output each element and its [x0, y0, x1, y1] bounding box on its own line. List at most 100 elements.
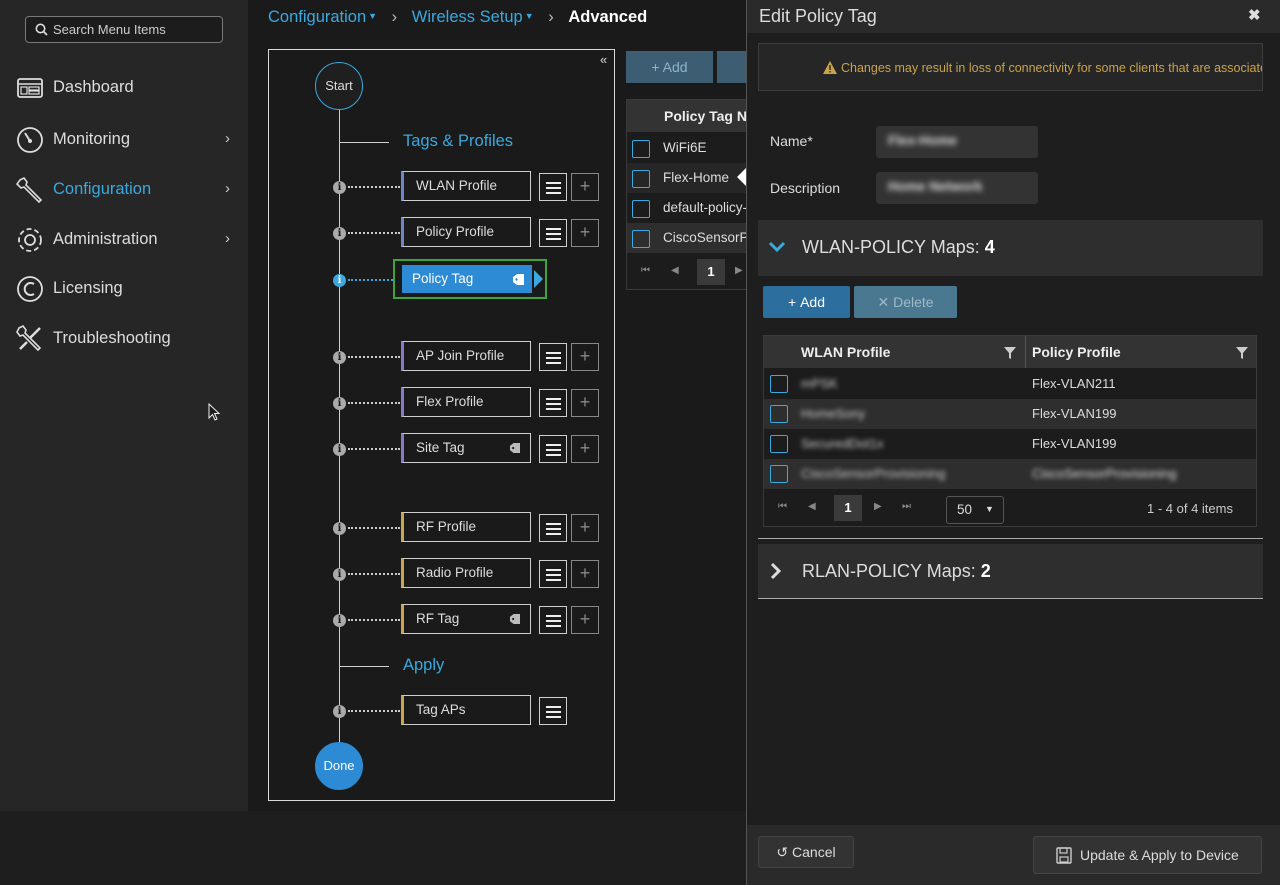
table-row[interactable]: CiscoSensorProvisioning	[627, 223, 755, 253]
nav-monitoring[interactable]: Monitoring ›	[0, 120, 248, 160]
flow-site-tag-label: Site Tag	[416, 440, 465, 455]
row-policy: Flex-VLAN211	[1032, 376, 1116, 391]
nav-dashboard[interactable]: Dashboard	[0, 68, 248, 108]
table-row[interactable]: default-policy-tag	[627, 193, 755, 223]
description-field[interactable]: Home Network	[876, 172, 1038, 204]
col-wlan-profile[interactable]: WLAN Profile	[801, 344, 890, 360]
wireless-setup-flow: « Start Tags & Profiles i WLAN Profile +…	[268, 49, 615, 801]
table-row[interactable]: HomeSony Flex-VLAN199	[764, 399, 1256, 429]
first-page-icon[interactable]: ⏮	[778, 501, 787, 512]
table-row[interactable]: mPSK Flex-VLAN211	[764, 369, 1256, 399]
dotted-connector	[348, 619, 400, 621]
add-icon[interactable]: +	[571, 560, 599, 588]
warning-banner: Changes may result in loss of connectivi…	[758, 43, 1263, 91]
row-checkbox[interactable]	[632, 140, 650, 158]
cancel-button[interactable]: ↺ Cancel	[758, 836, 854, 868]
flow-rf-profile[interactable]: RF Profile	[401, 512, 531, 542]
list-icon[interactable]	[539, 173, 567, 201]
info-icon[interactable]: i	[333, 351, 346, 364]
info-icon[interactable]: i	[333, 274, 346, 287]
flow-ap-join-profile[interactable]: AP Join Profile	[401, 341, 531, 371]
table-row[interactable]: CiscoSensorProvisioning CiscoSensorProvis…	[764, 459, 1256, 489]
next-page-icon[interactable]: ▶	[735, 265, 743, 276]
items-per-page-select[interactable]: 50 ▼	[946, 496, 1004, 524]
page-number[interactable]: 1	[834, 495, 862, 521]
wlan-policy-maps-header[interactable]: WLAN-POLICY Maps: 4	[758, 220, 1263, 276]
breadcrumb-wireless-setup[interactable]: Wireless Setup	[412, 8, 523, 27]
delete-wlan-map-button[interactable]: ✕ Delete	[854, 286, 957, 318]
filter-icon[interactable]	[1004, 347, 1016, 359]
row-checkbox[interactable]	[770, 435, 788, 453]
info-icon[interactable]: i	[333, 227, 346, 240]
col-policy-profile[interactable]: Policy Profile	[1032, 344, 1121, 360]
flow-radio-profile[interactable]: Radio Profile	[401, 558, 531, 588]
info-icon[interactable]: i	[333, 522, 346, 535]
name-field[interactable]: Flex-Home	[876, 126, 1038, 158]
row-checkbox[interactable]	[632, 230, 650, 248]
list-icon[interactable]	[539, 514, 567, 542]
add-icon[interactable]: +	[571, 343, 599, 371]
policy-tag-add-button[interactable]: + Add	[626, 51, 713, 83]
search-input[interactable]: Search Menu Items	[25, 16, 223, 43]
update-apply-button[interactable]: Update & Apply to Device	[1033, 836, 1262, 874]
breadcrumb-configuration[interactable]: Configuration	[268, 8, 366, 27]
info-icon[interactable]: i	[333, 568, 346, 581]
nav-administration[interactable]: Administration ›	[0, 220, 248, 260]
page-number[interactable]: 1	[697, 259, 725, 285]
prev-page-icon[interactable]: ◀	[671, 265, 679, 276]
list-icon[interactable]	[539, 343, 567, 371]
nav-troubleshooting[interactable]: Troubleshooting	[0, 319, 248, 359]
prev-page-icon[interactable]: ◀	[808, 501, 816, 512]
flow-wlan-profile[interactable]: WLAN Profile	[401, 171, 531, 201]
list-icon[interactable]	[539, 219, 567, 247]
list-icon[interactable]	[539, 435, 567, 463]
rlan-policy-maps-header[interactable]: RLAN-POLICY Maps: 2	[758, 544, 1263, 598]
row-checkbox[interactable]	[770, 465, 788, 483]
info-icon[interactable]: i	[333, 397, 346, 410]
flow-policy-tag[interactable]: Policy Tag	[393, 259, 547, 299]
row-checkbox[interactable]	[632, 200, 650, 218]
close-icon[interactable]: ✖	[1248, 6, 1261, 24]
breadcrumb: Configuration ▼ › Wireless Setup ▼ › Advan…	[268, 8, 647, 30]
flow-flex-profile[interactable]: Flex Profile	[401, 387, 531, 417]
add-icon[interactable]: +	[571, 173, 599, 201]
row-checkbox[interactable]	[770, 405, 788, 423]
info-icon[interactable]: i	[333, 614, 346, 627]
caret-down-icon: ▼	[985, 504, 994, 514]
list-icon[interactable]	[539, 389, 567, 417]
row-checkbox[interactable]	[770, 375, 788, 393]
name-label: Name*	[770, 133, 813, 149]
list-icon[interactable]	[539, 606, 567, 634]
table-row[interactable]: SecuredDot1x Flex-VLAN199	[764, 429, 1256, 459]
add-icon[interactable]: +	[571, 514, 599, 542]
add-icon[interactable]: +	[571, 219, 599, 247]
tag-icon	[510, 443, 520, 453]
filter-icon[interactable]	[1236, 347, 1248, 359]
wlan-section-count: 4	[984, 237, 995, 257]
nav-licensing[interactable]: Licensing	[0, 269, 248, 309]
info-icon[interactable]: i	[333, 181, 346, 194]
flow-site-tag[interactable]: Site Tag	[401, 433, 531, 463]
add-icon[interactable]: +	[571, 389, 599, 417]
flow-policy-profile[interactable]: Policy Profile	[401, 217, 531, 247]
add-wlan-map-button[interactable]: + Add	[763, 286, 850, 318]
list-icon[interactable]	[539, 697, 567, 725]
info-icon[interactable]: i	[333, 443, 346, 456]
add-icon[interactable]: +	[571, 606, 599, 634]
row-checkbox[interactable]	[632, 170, 650, 188]
collapse-icon[interactable]: «	[600, 52, 607, 67]
section-connector	[340, 666, 389, 667]
col-policy-tag-name[interactable]: Policy Tag Name	[664, 108, 755, 124]
chevron-right-icon: ›	[225, 130, 230, 147]
add-icon[interactable]: +	[571, 435, 599, 463]
tag-icon	[513, 274, 524, 285]
next-page-icon[interactable]: ▶	[874, 501, 882, 512]
info-icon[interactable]: i	[333, 705, 346, 718]
nav-configuration[interactable]: Configuration ›	[0, 170, 248, 210]
table-row[interactable]: WiFi6E	[627, 133, 755, 163]
first-page-icon[interactable]: ⏮	[641, 265, 650, 276]
flow-rf-tag[interactable]: RF Tag	[401, 604, 531, 634]
list-icon[interactable]	[539, 560, 567, 588]
last-page-icon[interactable]: ⏭	[902, 501, 911, 512]
flow-tag-aps[interactable]: Tag APs	[401, 695, 531, 725]
